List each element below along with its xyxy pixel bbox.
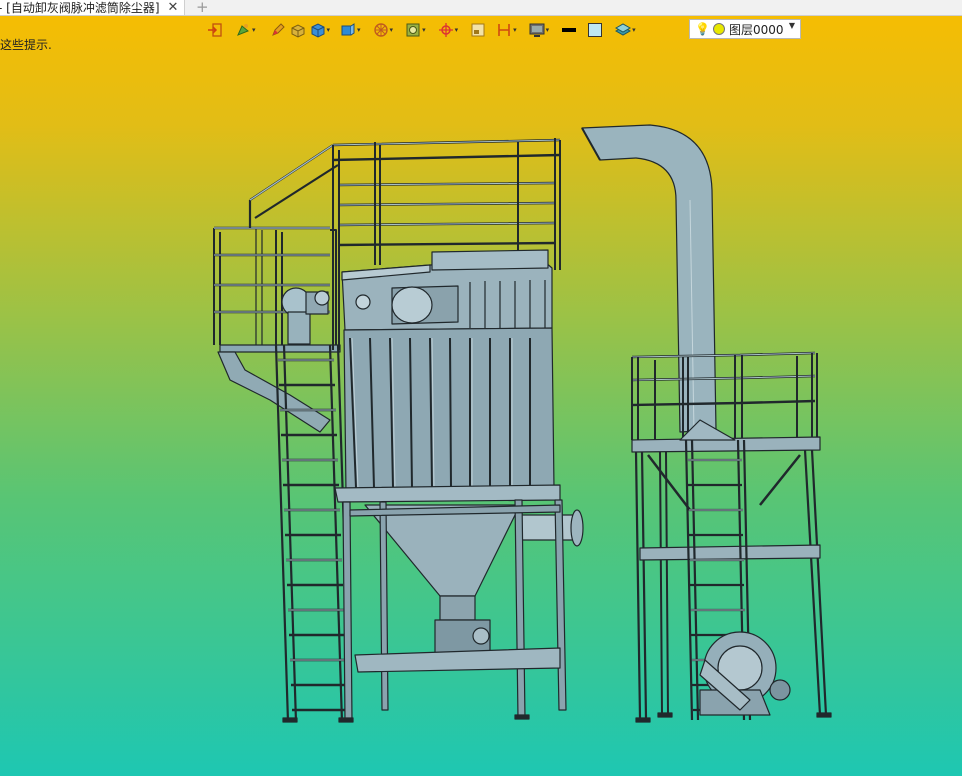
cad-window: - [自动卸灰阀脉冲滤筒除尘器] ✕ + ▾ ▾ ▾ ▾ ▾ ▾ ▾ ▾ ▾ 💡…: [0, 0, 962, 776]
left-platform-deck: [219, 344, 341, 353]
model-viewport[interactable]: [0, 0, 962, 776]
left-platform-railing: [213, 144, 339, 345]
left-bracing: [217, 351, 331, 433]
dust-collector-top: [341, 249, 553, 331]
left-fan-motor: [281, 287, 330, 345]
hopper: [364, 504, 584, 656]
right-railing: [631, 351, 818, 440]
centrifugal-fan: [699, 631, 791, 716]
dust-collector-body: [334, 327, 561, 503]
exhaust-duct: [581, 124, 717, 433]
